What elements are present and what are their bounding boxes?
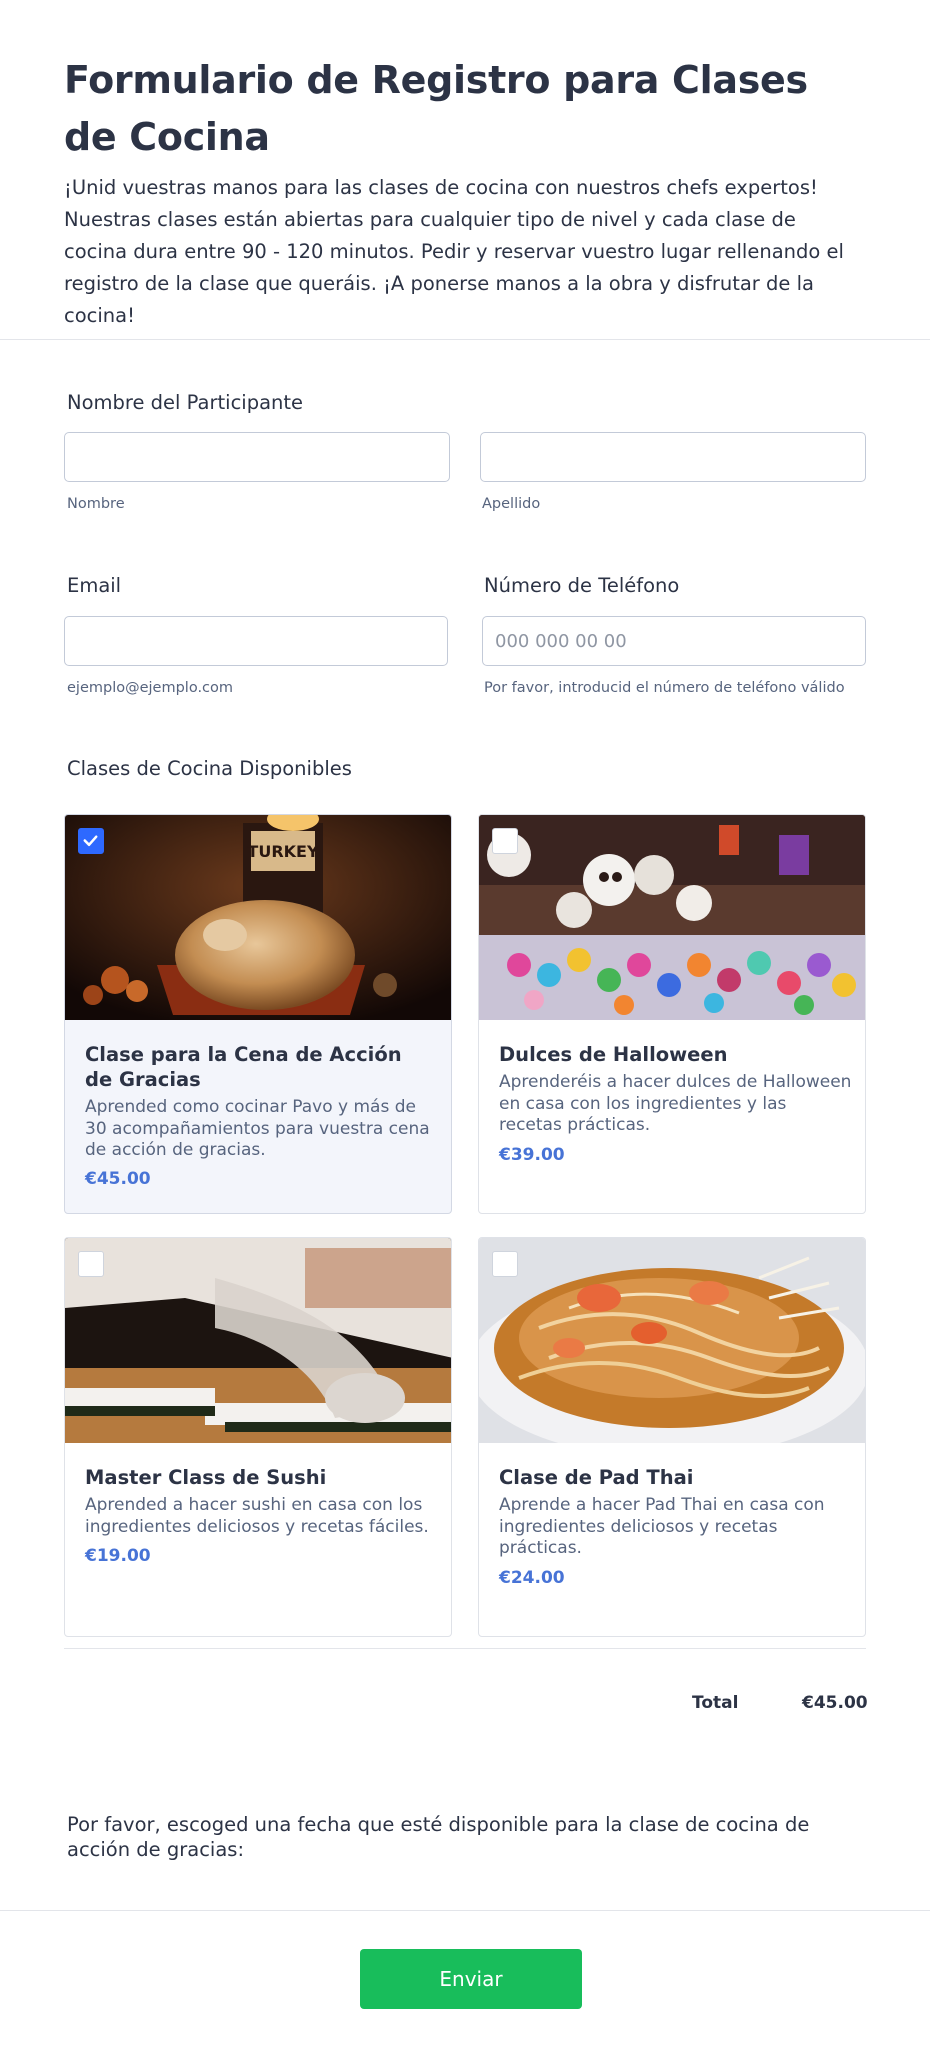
last-name-sublabel: Apellido <box>482 496 541 512</box>
product-checkbox[interactable] <box>492 1251 518 1277</box>
last-name-input[interactable] <box>480 432 866 482</box>
pad-thai-image <box>479 1238 865 1443</box>
form-header: Formulario de Registro para Clases de Co… <box>0 0 930 340</box>
sushi-rolling-image <box>65 1238 451 1443</box>
product-card-halloween[interactable]: Dulces de Halloween Aprenderéis a hacer … <box>478 814 866 1214</box>
product-title: Dulces de Halloween <box>499 1043 728 1066</box>
product-price: €24.00 <box>499 1568 565 1588</box>
product-price: €39.00 <box>499 1145 565 1165</box>
date-question: Por favor, escoged una fecha que esté di… <box>67 1813 810 1861</box>
svg-text:TURKEY: TURKEY <box>247 842 319 861</box>
submit-button[interactable]: Enviar <box>360 1949 582 2009</box>
phone-field[interactable] <box>482 616 866 666</box>
roast-turkey-image: TURKEY <box>65 815 451 1020</box>
product-title: Master Class de Sushi <box>85 1466 327 1489</box>
submit-area: Enviar <box>0 1910 930 2057</box>
product-checkbox[interactable] <box>78 828 104 854</box>
product-price: €19.00 <box>85 1546 151 1566</box>
total-label: Total <box>692 1693 739 1713</box>
page-title: Formulario de Registro para Clases de Co… <box>64 58 808 159</box>
participant-name-label: Nombre del Participante <box>67 391 304 414</box>
email-sublabel: ejemplo@ejemplo.com <box>67 680 234 696</box>
sugar-skulls-image <box>479 815 865 1020</box>
classes-label: Clases de Cocina Disponibles <box>67 757 352 780</box>
email-label: Email <box>67 574 122 597</box>
product-description: Aprended a hacer sushi en casa con los i… <box>85 1495 429 1537</box>
check-icon <box>83 835 98 847</box>
product-checkbox[interactable] <box>78 1251 104 1277</box>
first-name-input[interactable] <box>64 432 450 482</box>
product-description: Aprenderéis a hacer dulces de Halloween … <box>499 1072 852 1135</box>
product-card-pad-thai[interactable]: Clase de Pad Thai Aprende a hacer Pad Th… <box>478 1237 866 1637</box>
total-divider <box>64 1648 866 1649</box>
product-card-sushi[interactable]: Master Class de Sushi Aprended a hacer s… <box>64 1237 452 1637</box>
product-checkbox[interactable] <box>492 828 518 854</box>
product-price: €45.00 <box>85 1169 151 1189</box>
product-title: Clase para la Cena de Acción de Gracias <box>85 1043 402 1091</box>
phone-label: Número de Teléfono <box>484 574 680 597</box>
phone-sublabel: Por favor, introducid el número de teléf… <box>484 680 845 696</box>
first-name-sublabel: Nombre <box>67 496 125 512</box>
product-card-thanksgiving[interactable]: TURKEY Clase para la Cena de Acción de G… <box>64 814 452 1214</box>
form-description: ¡Unid vuestras manos para las clases de … <box>64 176 844 327</box>
product-description: Aprended como cocinar Pavo y más de 30 a… <box>85 1097 430 1160</box>
total-value: €45.00 <box>802 1693 868 1713</box>
product-title: Clase de Pad Thai <box>499 1466 694 1489</box>
product-description: Aprende a hacer Pad Thai en casa con ing… <box>499 1495 825 1558</box>
email-field[interactable] <box>64 616 448 666</box>
